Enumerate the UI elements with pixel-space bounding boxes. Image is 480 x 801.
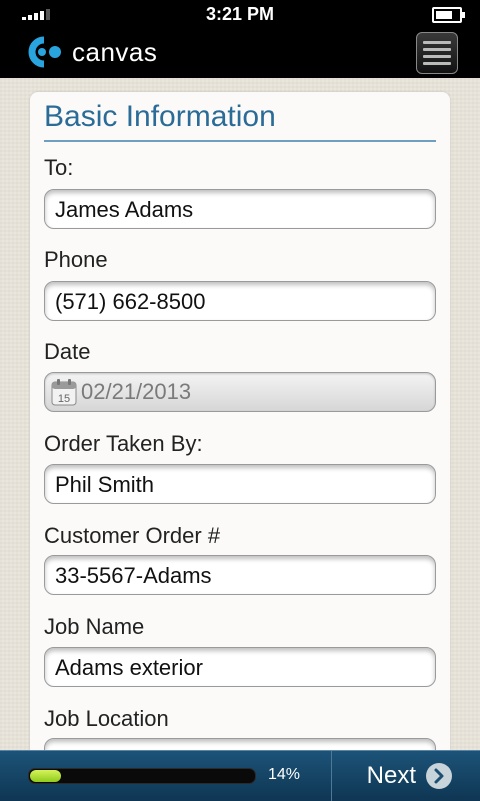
- svg-text:15: 15: [58, 393, 70, 405]
- status-bar: 3:21 PM: [0, 0, 480, 28]
- order-taken-by-field[interactable]: Phil Smith: [44, 464, 436, 504]
- phone-field[interactable]: (571) 662-8500: [44, 281, 436, 321]
- to-label: To:: [44, 155, 74, 180]
- status-time: 3:21 PM: [205, 4, 275, 24]
- customer-order-field[interactable]: 33-5567-Adams: [44, 555, 436, 595]
- date-label: Date: [44, 339, 91, 364]
- section-title: Basic Information: [44, 100, 436, 142]
- phone-label: Phone: [44, 247, 108, 272]
- app-header: canvas: [0, 28, 480, 78]
- chevron-right-icon: [426, 763, 452, 789]
- date-value: 02/21/2013: [81, 379, 192, 404]
- canvas-logo-icon: [28, 36, 61, 68]
- next-button[interactable]: Next: [332, 751, 480, 801]
- order-taken-by-label: Order Taken By:: [44, 431, 203, 456]
- form-card: Basic Information To: James Adams Phone …: [30, 92, 450, 778]
- progress-bar: [28, 768, 256, 784]
- canvas-logo: canvas: [22, 34, 157, 70]
- to-field[interactable]: James Adams: [44, 189, 436, 229]
- progress-fill: [30, 770, 61, 782]
- next-label: Next: [366, 762, 416, 789]
- battery-icon: [432, 7, 465, 23]
- bottom-bar: 14% Next: [0, 750, 480, 801]
- job-name-label: Job Name: [44, 614, 145, 639]
- menu-icon: [423, 41, 451, 44]
- progress-text: 14%: [268, 766, 301, 783]
- menu-button[interactable]: [416, 32, 458, 74]
- job-location-label: Job Location: [44, 706, 169, 731]
- calendar-icon: 15: [51, 379, 77, 406]
- customer-order-label: Customer Order #: [44, 523, 221, 548]
- brand-name: canvas: [72, 36, 158, 67]
- date-field[interactable]: 15 02/21/2013: [44, 372, 436, 412]
- job-name-field[interactable]: Adams exterior: [44, 647, 436, 687]
